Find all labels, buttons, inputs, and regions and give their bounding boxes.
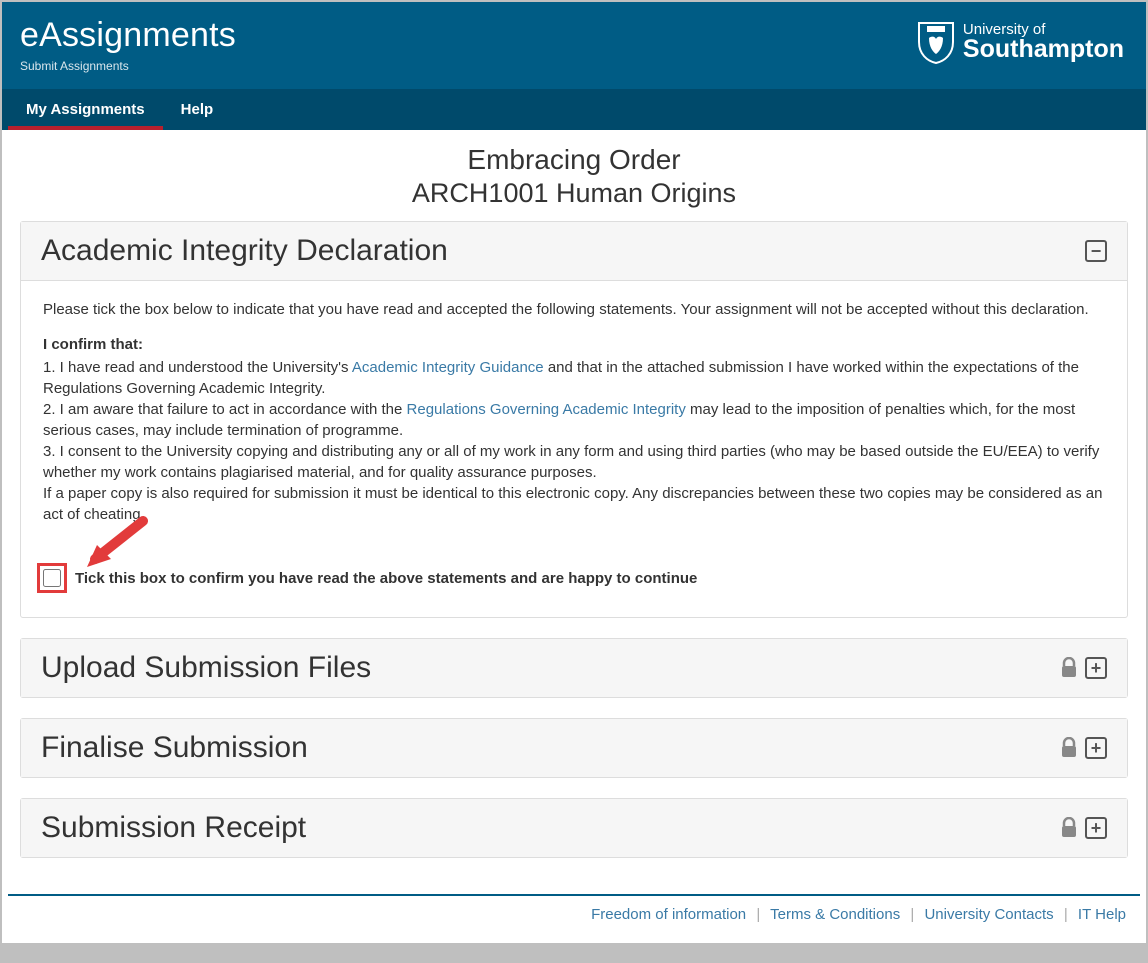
declaration-item-2: 2. I am aware that failure to act in acc… bbox=[43, 399, 1105, 441]
footer-link-contacts[interactable]: University Contacts bbox=[924, 906, 1053, 923]
logo-text-line2: Southampton bbox=[963, 36, 1124, 62]
declaration-checkbox-row: Tick this box to confirm you have read t… bbox=[43, 563, 1105, 593]
panel-upload-title: Upload Submission Files bbox=[41, 651, 371, 685]
panel-declaration: Academic Integrity Declaration − Please … bbox=[20, 221, 1128, 618]
declaration-checkbox-highlight bbox=[37, 563, 67, 593]
footer-link-it-help[interactable]: IT Help bbox=[1078, 906, 1126, 923]
nav-my-assignments[interactable]: My Assignments bbox=[8, 89, 163, 130]
module-title: ARCH1001 Human Origins bbox=[20, 178, 1128, 209]
declaration-checkbox[interactable] bbox=[43, 569, 61, 587]
declaration-confirm-head: I confirm that: bbox=[43, 334, 1105, 355]
declaration-paper-note: If a paper copy is also required for sub… bbox=[43, 483, 1105, 525]
declaration-checkbox-label: Tick this box to confirm you have read t… bbox=[75, 568, 697, 589]
assignment-title: Embracing Order bbox=[20, 144, 1128, 176]
university-logo: University of Southampton bbox=[917, 20, 1124, 64]
panel-finalise: Finalise Submission + bbox=[20, 718, 1128, 778]
main-nav: My Assignments Help bbox=[2, 89, 1146, 130]
lock-icon bbox=[1059, 657, 1079, 679]
panel-receipt-title: Submission Receipt bbox=[41, 811, 306, 845]
panel-declaration-title: Academic Integrity Declaration bbox=[41, 234, 448, 268]
lock-icon bbox=[1059, 737, 1079, 759]
panel-upload: Upload Submission Files + bbox=[20, 638, 1128, 698]
lock-icon bbox=[1059, 817, 1079, 839]
link-academic-integrity-guidance[interactable]: Academic Integrity Guidance bbox=[352, 359, 544, 376]
shield-icon bbox=[917, 20, 955, 64]
panel-receipt-header[interactable]: Submission Receipt + bbox=[21, 799, 1127, 857]
collapse-icon[interactable]: − bbox=[1085, 240, 1107, 262]
panel-receipt: Submission Receipt + bbox=[20, 798, 1128, 858]
page-heading: Embracing Order ARCH1001 Human Origins bbox=[20, 144, 1128, 209]
declaration-intro: Please tick the box below to indicate th… bbox=[43, 299, 1105, 320]
panel-finalise-header[interactable]: Finalise Submission + bbox=[21, 719, 1127, 777]
declaration-item-3: 3. I consent to the University copying a… bbox=[43, 441, 1105, 483]
app-header: eAssignments Submit Assignments Universi… bbox=[2, 2, 1146, 130]
panel-finalise-title: Finalise Submission bbox=[41, 731, 308, 765]
expand-icon[interactable]: + bbox=[1085, 737, 1107, 759]
link-regulations[interactable]: Regulations Governing Academic Integrity bbox=[407, 401, 686, 418]
footer: Freedom of information | Terms & Conditi… bbox=[2, 896, 1146, 943]
footer-link-foi[interactable]: Freedom of information bbox=[591, 906, 746, 923]
declaration-item-1: 1. I have read and understood the Univer… bbox=[43, 357, 1105, 399]
panel-declaration-header[interactable]: Academic Integrity Declaration − bbox=[21, 222, 1127, 281]
expand-icon[interactable]: + bbox=[1085, 657, 1107, 679]
panel-declaration-body: Please tick the box below to indicate th… bbox=[21, 281, 1127, 617]
footer-link-terms[interactable]: Terms & Conditions bbox=[770, 906, 900, 923]
panel-upload-header[interactable]: Upload Submission Files + bbox=[21, 639, 1127, 697]
expand-icon[interactable]: + bbox=[1085, 817, 1107, 839]
nav-help[interactable]: Help bbox=[163, 89, 232, 130]
